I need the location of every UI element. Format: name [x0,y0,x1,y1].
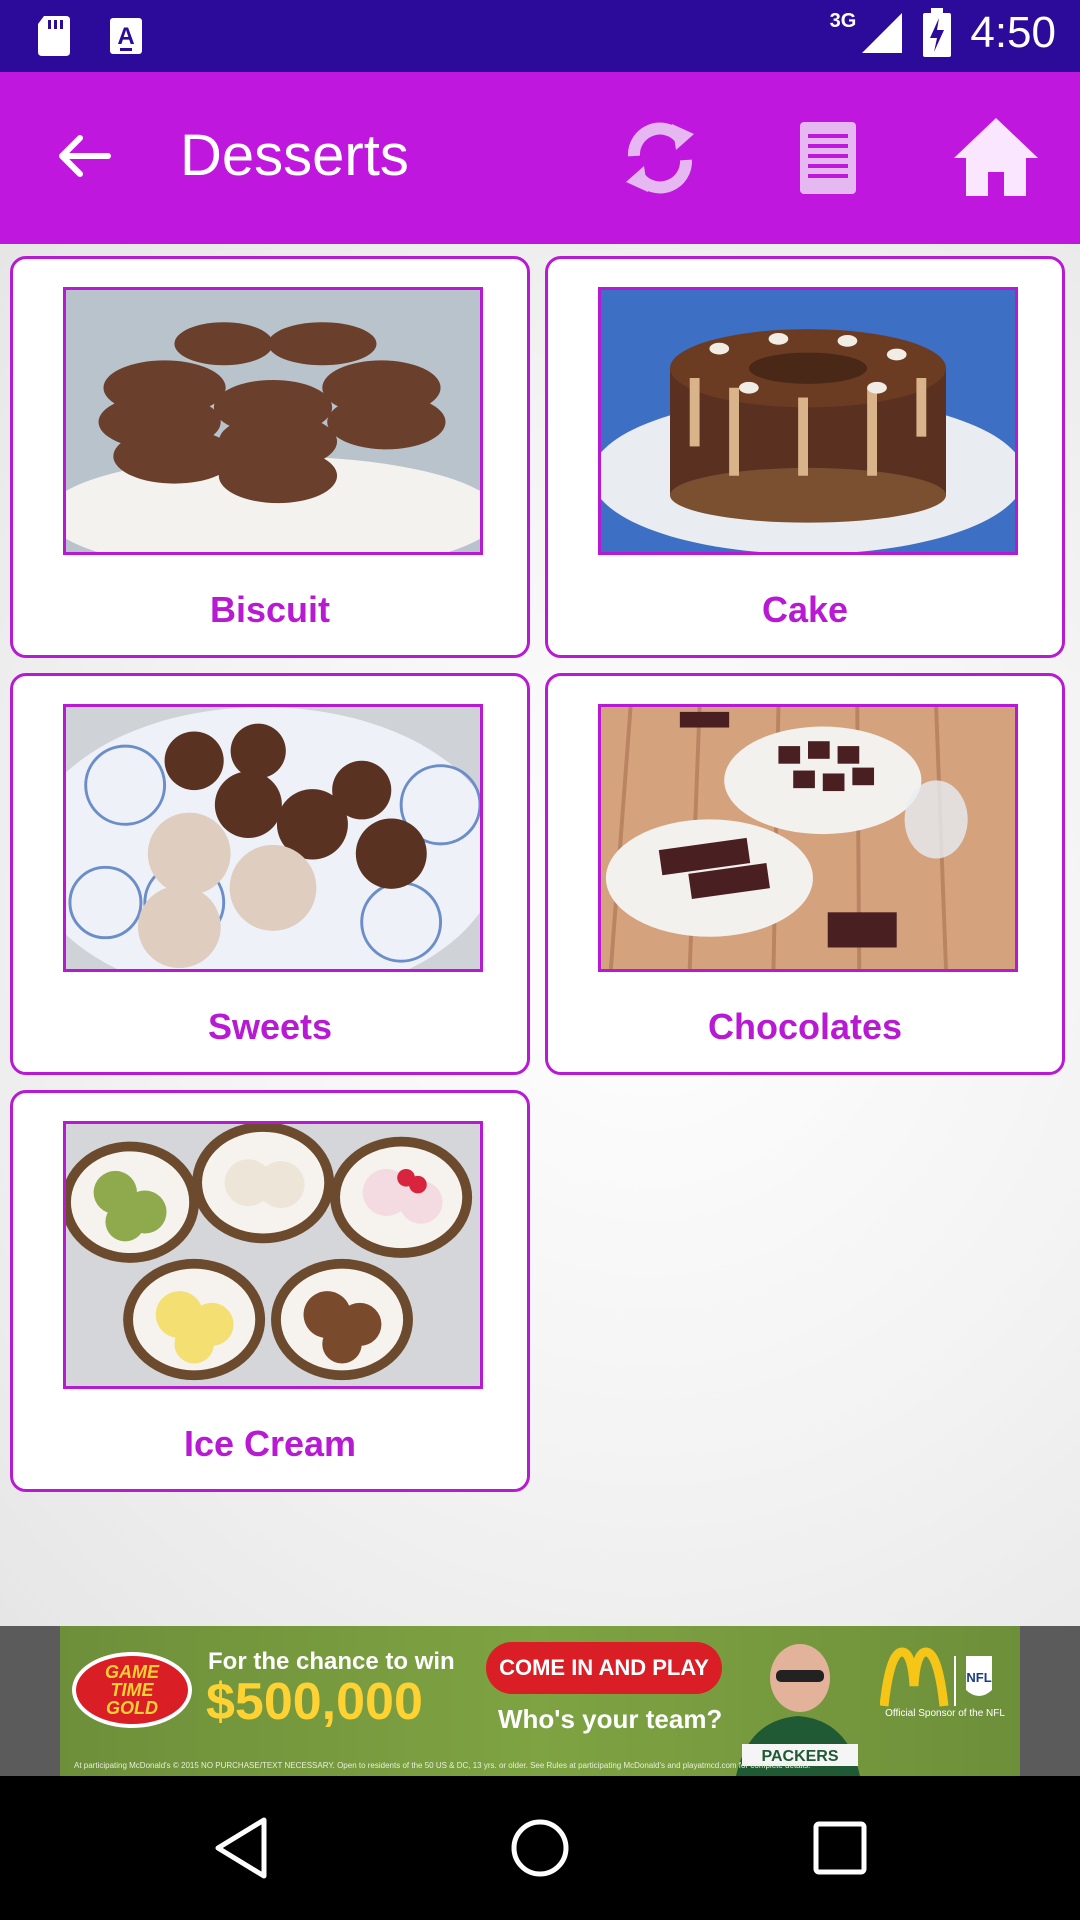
ad-area: GAME TIME GOLD For the chance to win $50… [0,1626,1080,1776]
nav-recents-icon[interactable] [804,1812,876,1884]
system-nav-bar [0,1776,1080,1920]
ad-sponsor-text: Official Sponsor of the NFL [885,1708,1005,1719]
battery-charging-icon [923,8,952,57]
svg-text:A: A [117,23,134,50]
category-card-biscuit[interactable]: Biscuit [10,256,530,658]
ad-fine-print: At participating McDonald's © 2015 NO PU… [74,1761,811,1770]
app-toolbar: Desserts [0,72,1080,244]
status-time: 4:50 [970,8,1056,57]
category-card-sweets[interactable]: Sweets [10,673,530,1075]
network-type: 3G [829,9,857,32]
category-label: Biscuit [209,589,331,630]
list-icon[interactable] [782,112,874,204]
nav-home-icon[interactable] [504,1812,576,1884]
nav-back-icon[interactable] [206,1812,278,1884]
ad-banner[interactable]: GAME TIME GOLD For the chance to win $50… [60,1626,1020,1776]
ad-badge-line: GAME [105,1662,159,1682]
category-label: Cake [761,589,849,630]
biscuit-image [63,287,483,555]
ice-cream-image [63,1121,483,1389]
page-title: Desserts [180,123,409,188]
ad-team-question: Who's your team? [498,1704,723,1734]
category-label: Sweets [207,1006,333,1047]
ad-cta-button[interactable]: COME IN AND PLAY [486,1642,722,1694]
ad-amount: $500,000 [206,1673,423,1731]
signal-icon [862,13,903,53]
home-icon[interactable] [950,112,1042,204]
refresh-icon[interactable] [614,112,706,204]
cake-image [598,287,1018,555]
sweets-image [63,704,483,972]
category-label: Chocolates [707,1006,903,1047]
ad-badge-line: GOLD [106,1698,158,1718]
ad-badge: GAME TIME GOLD [72,1652,192,1728]
content-area: Biscuit Cake Sweets Chocolates Ice Cream [0,244,1080,1626]
ad-person-image: PACKERS [736,1644,860,1776]
back-arrow-icon[interactable] [52,124,116,188]
category-card-ice-cream[interactable]: Ice Cream [10,1090,530,1492]
ad-badge-line: TIME [110,1680,154,1700]
category-label: Ice Cream [183,1423,357,1464]
status-bar: A 3G 4:50 [0,0,1080,72]
category-card-chocolates[interactable]: Chocolates [545,673,1065,1075]
sd-card-icon [38,16,70,56]
font-a-icon: A [110,18,142,54]
category-card-cake[interactable]: Cake [545,256,1065,658]
svg-text:NFL: NFL [966,1670,991,1685]
chocolates-image [598,704,1018,972]
